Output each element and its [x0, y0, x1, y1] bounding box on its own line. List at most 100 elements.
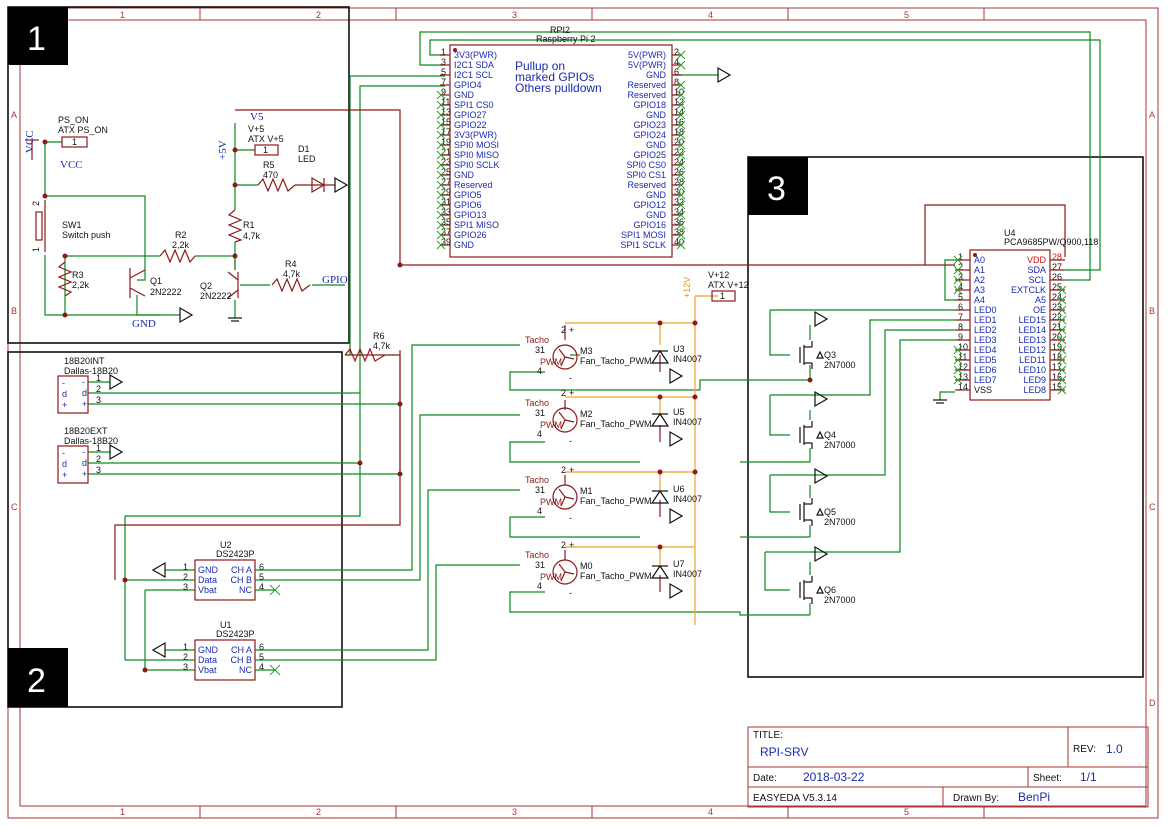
fan-pin-2: 2: [561, 325, 566, 335]
u1-value: DS2423P: [216, 629, 255, 639]
section-label-2: 2: [27, 662, 46, 700]
fan-plus: +: [569, 540, 574, 550]
fan-plus: +: [569, 465, 574, 475]
r3-ref: R3: [72, 270, 84, 280]
d1-value: LED: [298, 154, 316, 164]
fan-ref: M0: [580, 561, 593, 571]
ds-pin-number: 2: [96, 384, 101, 394]
red-nets: [42, 109, 1066, 673]
rev-value: 1.0: [1106, 742, 1123, 756]
date-label: Date:: [753, 773, 777, 784]
ds-pin-number: 1: [96, 443, 101, 453]
fan-pin-4: 4: [537, 366, 542, 376]
schematic-canvas: 1122334455AABBCCDD 1 2 3: [0, 0, 1169, 827]
v12-pin: 1: [720, 291, 725, 301]
ds2423-pin-name-left: GND: [198, 565, 219, 575]
r2-value: 2,2k: [172, 240, 190, 250]
pca-pin-name-left: A4: [974, 295, 985, 305]
fan-pin-4: 4: [537, 581, 542, 591]
pca-pin-name-right: LED14: [1018, 325, 1046, 335]
pca-pin-name-right: LED13: [1018, 335, 1046, 345]
title-label: TITLE:: [753, 730, 783, 741]
pca9685-chip: U4 PCA9685PW/Q900,118 A01A12A23A34A45LED…: [933, 228, 1098, 404]
rpi-pin-name-left: Reserved: [454, 180, 493, 190]
ds2423-pin-name-left: GND: [198, 645, 219, 655]
fan-tacho-label: Tacho: [525, 398, 549, 408]
frame-col-top: 3: [512, 10, 517, 20]
frame-row-left: C: [11, 502, 18, 512]
ds2423-pin-number-right: 6: [259, 562, 264, 572]
fan-tacho-label: Tacho: [525, 475, 549, 485]
diode-value: IN4007: [673, 417, 702, 427]
rpi-pin-name-right: GPIO18: [633, 100, 666, 110]
frame-row-right: D: [1149, 698, 1156, 708]
rpi-pin-name-left: 3V3(PWR): [454, 130, 497, 140]
rpi-pin-name-left: GPIO4: [454, 80, 482, 90]
r1-resistor: [227, 209, 243, 243]
drawn-label: Drawn By:: [953, 793, 999, 804]
sheet-label: Sheet:: [1033, 773, 1062, 784]
rpi-pin-name-right: GPIO16: [633, 220, 666, 230]
pca-pin-name-right: LED10: [1018, 365, 1046, 375]
ds2423-pin-number-right: 6: [259, 642, 264, 652]
fan-minus: -: [569, 513, 572, 523]
fan-pwm-label: PWM: [540, 497, 562, 507]
fan-tacho-label: Tacho: [525, 335, 549, 345]
pca-pin-name-left: A2: [974, 275, 985, 285]
rpi-note-3: Others pulldown: [515, 81, 602, 95]
frame-col-top: 5: [904, 10, 909, 20]
rpi-pin-name-right: GND: [646, 70, 667, 80]
pca-pin-name-left: A3: [974, 285, 985, 295]
ds2423-pin-name-right: CH B: [230, 655, 252, 665]
rpi-pin-name-right: GPIO23: [633, 120, 666, 130]
flyback-diode: [650, 412, 670, 427]
frame-col-top: 4: [708, 10, 713, 20]
ds1-ref: 18B20INT: [64, 356, 105, 366]
rpi-pin-name-left: GPIO6: [454, 200, 482, 210]
pca-pin-name-right: SCL: [1028, 275, 1046, 285]
rpi-pin-name-right: GPIO25: [633, 150, 666, 160]
r5-resistor: [257, 177, 296, 193]
ds-pin-number: 2: [96, 454, 101, 464]
rpi-pin-name-left: GND: [454, 170, 475, 180]
q2-value: 2N2222: [200, 291, 232, 301]
ds2423-pin-number-right: 5: [259, 652, 264, 662]
frame-col-bottom: 2: [316, 807, 321, 817]
pca-pin-name-left: LED6: [974, 365, 997, 375]
ds2423-pin-number-left: 1: [183, 642, 188, 652]
ds-pin-label: -: [82, 377, 85, 387]
rpi-name: Raspberry Pi 2: [536, 34, 596, 44]
r2-ref: R2: [175, 230, 187, 240]
rpi-pin-name-right: GND: [646, 190, 667, 200]
tool-label: EASYEDA V5.3.14: [753, 793, 837, 804]
frame-row-right: B: [1149, 306, 1155, 316]
mosfet-ref: Q3: [824, 350, 836, 360]
q2-ref: Q2: [200, 281, 212, 291]
fan-value: Fan_Tacho_PWM: [580, 356, 652, 366]
drawn-value: BenPi: [1018, 790, 1050, 804]
sensor-section: R6 4,7k 18B20INT Dallas-18B20 1--2dd3++ …: [57, 331, 391, 681]
fan-pwm-label: PWM: [540, 357, 562, 367]
rpi-pin-name-right: SPI0 CS1: [626, 170, 666, 180]
sw1-pin-2: 2: [31, 201, 41, 206]
rpi-pin-name-left: GND: [454, 240, 475, 250]
ds-pin-label: +: [82, 469, 87, 479]
mosfet-ref: Q4: [824, 430, 836, 440]
rpi-pin-name-left: SPI1 CS0: [454, 100, 494, 110]
rpi-pin-name-right: 5V(PWR): [628, 60, 666, 70]
fan-value: Fan_Tacho_PWM: [580, 571, 652, 581]
fan-tacho-label: Tacho: [525, 550, 549, 560]
rpi-pin-name-right: GND: [646, 210, 667, 220]
diode-value: IN4007: [673, 354, 702, 364]
r4-ref: R4: [285, 259, 297, 269]
ds-pin-label: +: [82, 399, 87, 409]
power-control-section: VCC VCC PS_ON ATX PS_ON 1 2 1 SW1 Switch…: [24, 111, 349, 330]
date-value: 2018-03-22: [803, 770, 865, 784]
fan-ref: M2: [580, 409, 593, 419]
pca-pin-name-left: A1: [974, 265, 985, 275]
fan-pin-1: 1: [540, 408, 545, 418]
r6-value: 4,7k: [373, 341, 391, 351]
ds2423-pin-name-right: NC: [239, 665, 252, 675]
fan-pin-4: 4: [537, 506, 542, 516]
ds-pin-number: 1: [96, 373, 101, 383]
